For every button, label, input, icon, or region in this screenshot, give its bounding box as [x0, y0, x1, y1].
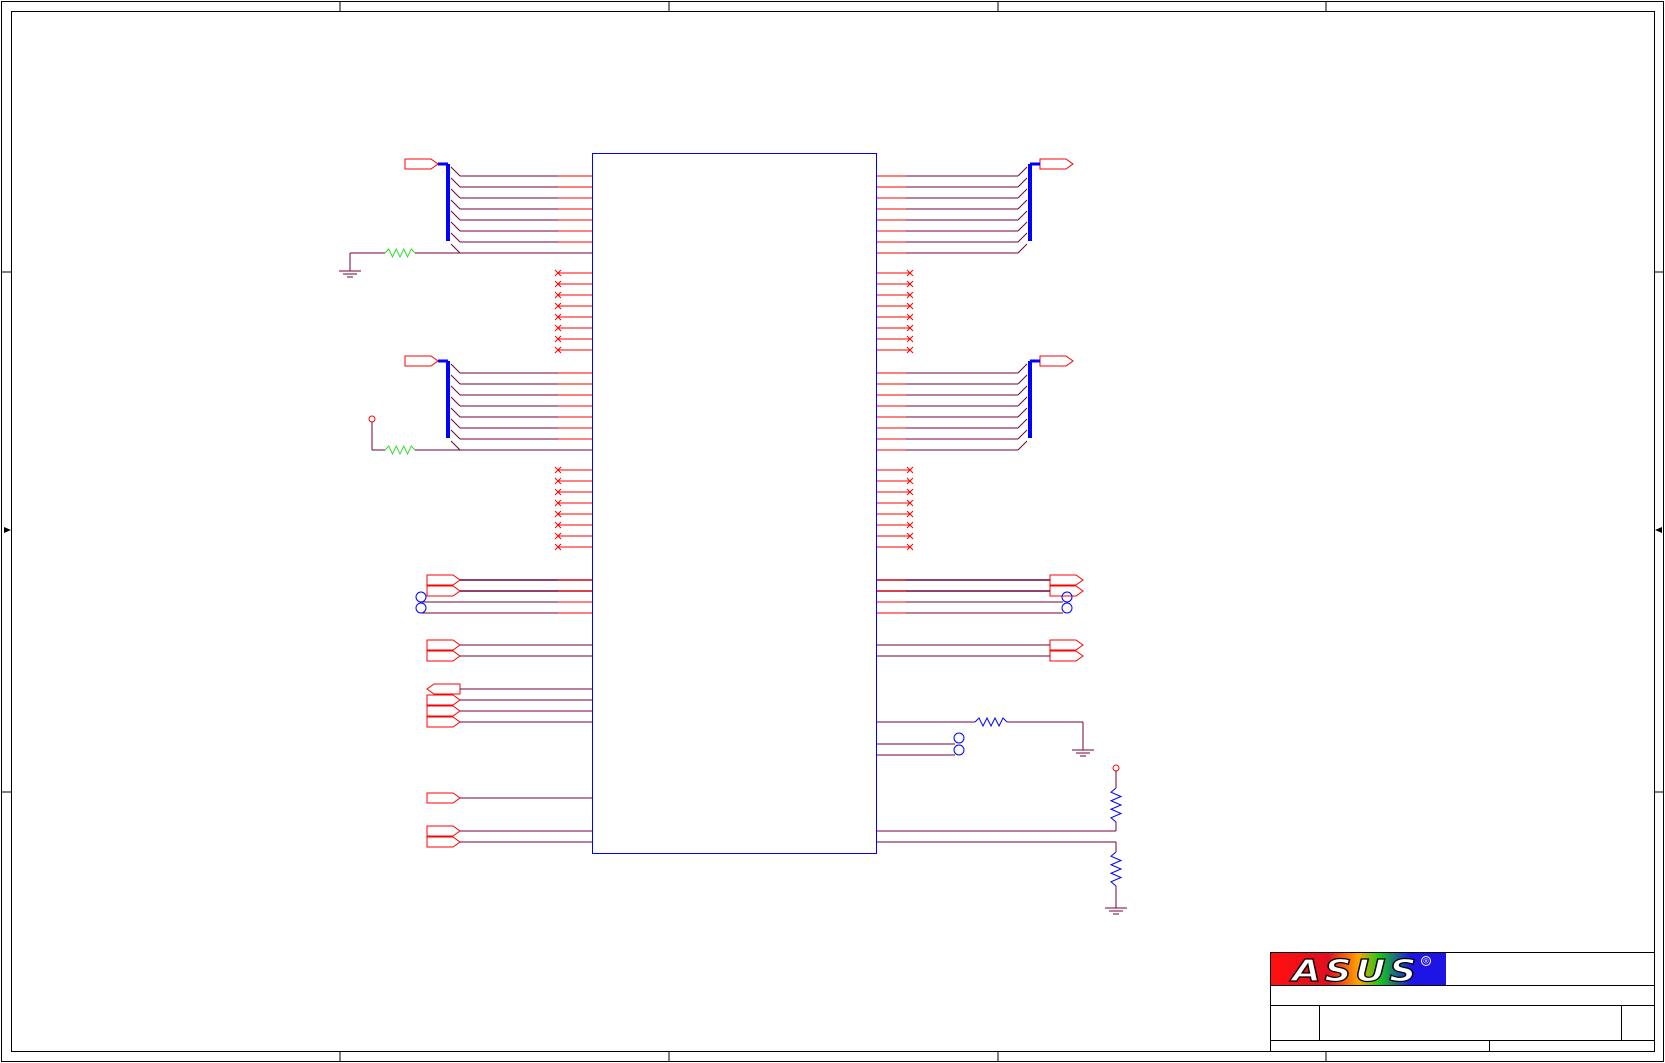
bus-entry: [450, 363, 461, 374]
off-page-connector: [426, 683, 461, 695]
off-page-connector: [1049, 574, 1084, 586]
zone-arrow: [4, 527, 11, 533]
bus-entry: [1017, 232, 1028, 243]
bus-entry: [450, 210, 461, 221]
test-point: [415, 602, 427, 614]
drawing-frame: [1, 1, 1664, 1062]
schematic-sheet: ASUS ®: [1, 1, 1664, 1062]
off-page-connector: [404, 355, 439, 367]
power-pin: [1112, 764, 1120, 772]
bus-entry: [450, 407, 461, 418]
off-page-connector: [1039, 158, 1074, 170]
resistor: [384, 444, 416, 456]
off-page-connector: [426, 716, 461, 728]
off-page-connector: [404, 158, 439, 170]
resistor: [384, 247, 416, 259]
bus-entry: [1017, 418, 1028, 429]
off-page-connector: [1039, 355, 1074, 367]
bus-entry: [1017, 210, 1028, 221]
test-point: [415, 591, 427, 603]
bus-entry: [1017, 440, 1028, 451]
test-point: [953, 732, 965, 744]
off-page-connector: [426, 792, 461, 804]
test-point: [1061, 602, 1073, 614]
bus-entry: [1017, 363, 1028, 374]
side-arrows: [4, 527, 1662, 533]
bus-entry: [450, 177, 461, 188]
bus-entry: [1017, 407, 1028, 418]
off-page-connector: [426, 639, 461, 651]
resistor: [1109, 851, 1123, 887]
bus-entry: [450, 188, 461, 199]
ic-component-body[interactable]: [592, 153, 877, 854]
bus-entry: [450, 385, 461, 396]
bus-entry: [450, 374, 461, 385]
test-point: [1061, 591, 1073, 603]
bus-entry: [1017, 385, 1028, 396]
off-page-connector: [426, 585, 461, 597]
bus-entry: [1017, 188, 1028, 199]
off-page-connector: [1049, 639, 1084, 651]
asus-logo: ASUS ®: [1271, 953, 1446, 990]
zone-arrow: [1655, 527, 1662, 533]
bus-entry: [1017, 166, 1028, 177]
off-page-connector: [426, 825, 461, 837]
bus-entry: [450, 243, 461, 254]
bus-entry: [450, 440, 461, 451]
bus-entry: [450, 199, 461, 210]
bus-entry: [1017, 243, 1028, 254]
bus-entry: [1017, 177, 1028, 188]
off-page-connector: [426, 574, 461, 586]
off-page-connector: [426, 705, 461, 717]
zone-ticks: [2, 2, 1664, 1061]
off-page-connector: [1049, 585, 1084, 597]
bus-entry: [450, 232, 461, 243]
test-point: [953, 744, 965, 756]
bus-entry: [1017, 221, 1028, 232]
bus-entry: [450, 418, 461, 429]
resistor: [1109, 787, 1123, 823]
power-pin: [368, 415, 376, 423]
bus-entry: [450, 396, 461, 407]
bus-entry: [450, 221, 461, 232]
bus-entry: [450, 429, 461, 440]
wiring: [339, 158, 1127, 915]
off-page-connector: [426, 836, 461, 848]
resistor: [974, 716, 1008, 728]
registered-mark: ®: [1423, 958, 1430, 966]
off-page-connector: [1049, 650, 1084, 662]
bus-entry: [1017, 429, 1028, 440]
logo-text: ASUS: [1290, 954, 1420, 989]
bus-entry: [1017, 396, 1028, 407]
bus-entry: [450, 166, 461, 177]
bus-entry: [1017, 199, 1028, 210]
off-page-connector: [426, 694, 461, 706]
bus-entry: [1017, 374, 1028, 385]
off-page-connector: [426, 650, 461, 662]
